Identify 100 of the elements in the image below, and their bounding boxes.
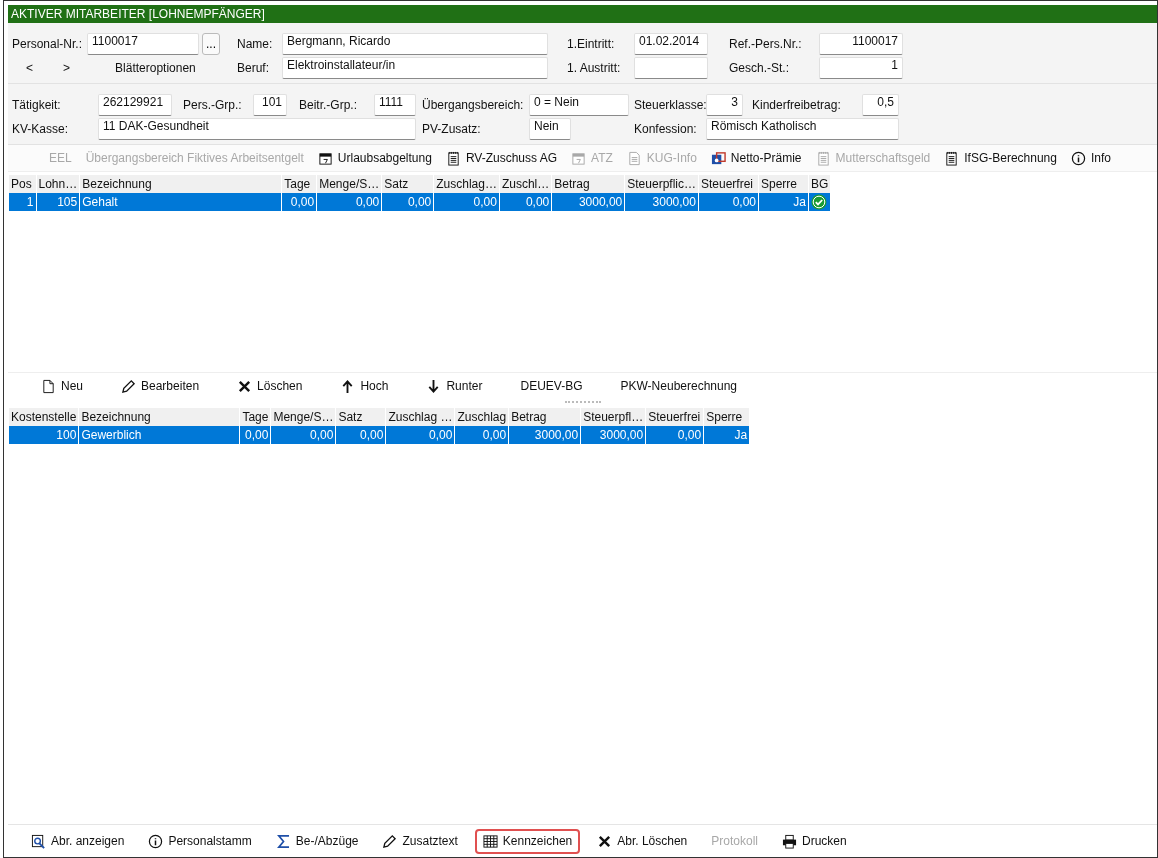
field-label: KV-Kasse: bbox=[12, 122, 70, 136]
column-header[interactable]: Satz bbox=[381, 175, 434, 193]
column-header[interactable]: Sperre bbox=[703, 408, 750, 426]
column-header[interactable]: Bezeichnung bbox=[79, 175, 282, 193]
column-header[interactable]: Bezeichnung bbox=[78, 408, 240, 426]
table-cell: 3000,00 bbox=[508, 426, 581, 444]
info-icon bbox=[1070, 150, 1086, 166]
field-label: Tätigkeit: bbox=[12, 98, 62, 112]
toolbar-button[interactable]: Urlaubsabgeltung bbox=[312, 147, 437, 169]
table-cell: 3000,00 bbox=[624, 193, 699, 211]
field-label: Name: bbox=[237, 37, 274, 51]
table-cell: Gewerblich bbox=[78, 426, 240, 444]
browse-options-button[interactable]: Blätteroptionen bbox=[111, 61, 200, 75]
sigma-icon bbox=[275, 833, 291, 849]
input-field[interactable] bbox=[634, 57, 708, 79]
column-header[interactable]: Tage bbox=[239, 408, 271, 426]
printer-icon bbox=[782, 833, 797, 849]
toolbar-button[interactable]: RV-Zuschuss AG bbox=[440, 147, 563, 169]
toolbar-button[interactable]: Abr. Löschen bbox=[590, 830, 695, 852]
toolbar-button[interactable]: Hoch bbox=[333, 375, 396, 397]
column-header[interactable]: Steuerfrei bbox=[698, 175, 759, 193]
table-cell: 0,00 bbox=[381, 193, 434, 211]
document-icon bbox=[626, 150, 642, 166]
table-row[interactable]: 1 105 Gehalt 0,00 0,00 0,00 0,00 0,00 3000,00 3000,00 0,00 Ja bbox=[9, 193, 831, 211]
toolbar-button[interactable]: Netto-Prämie bbox=[705, 147, 807, 169]
column-header[interactable]: Betrag bbox=[508, 408, 581, 426]
table-cell: 0,00 bbox=[335, 426, 386, 444]
table-cell: 0,00 bbox=[454, 426, 509, 444]
toolbar-button[interactable]: Be-/Abzüge bbox=[268, 830, 366, 852]
column-header[interactable]: Zuschl… bbox=[499, 175, 552, 193]
input-field[interactable]: Nein bbox=[529, 118, 571, 140]
column-header[interactable]: Satz bbox=[335, 408, 386, 426]
notepad-icon bbox=[815, 150, 831, 166]
column-header[interactable]: Steuerfrei bbox=[645, 408, 704, 426]
column-header[interactable]: Zuschlag bbox=[454, 408, 509, 426]
toolbar-button[interactable]: Neu bbox=[34, 375, 90, 397]
input-field[interactable]: 1 bbox=[819, 57, 903, 79]
table-cell: 0,00 bbox=[645, 426, 704, 444]
input-field[interactable]: 0 = Nein bbox=[529, 94, 629, 116]
table-cell: 0,00 bbox=[499, 193, 552, 211]
table-cell: 3000,00 bbox=[551, 193, 625, 211]
input-field[interactable]: 101 bbox=[253, 94, 287, 116]
column-header[interactable]: Betrag bbox=[551, 175, 625, 193]
input-field[interactable]: Bergmann, Ricardo bbox=[282, 33, 548, 55]
notepad-icon bbox=[944, 150, 960, 166]
input-field[interactable]: 0,5 bbox=[862, 94, 899, 116]
toolbar-button[interactable]: Info bbox=[1065, 147, 1116, 169]
toolbar-button[interactable]: Abr. anzeigen bbox=[24, 830, 132, 852]
column-header[interactable]: Steuerpfl… bbox=[580, 408, 646, 426]
new-document-icon bbox=[41, 378, 56, 394]
column-header[interactable]: BG bbox=[808, 175, 831, 193]
input-field[interactable]: 11 DAK-Gesundheit bbox=[98, 118, 416, 140]
calendar-icon bbox=[317, 150, 333, 166]
column-header[interactable]: Sperre bbox=[758, 175, 809, 193]
table-row[interactable]: 100 Gewerblich 0,00 0,00 0,00 0,00 0,00 3000,00 3000,00 0,00 Ja bbox=[9, 426, 750, 444]
toolbar-button[interactable]: Löschen bbox=[230, 375, 310, 397]
input-field[interactable]: 1111 bbox=[374, 94, 416, 116]
column-header[interactable]: Kostenstelle bbox=[9, 408, 79, 426]
toolbar-button[interactable]: PKW-Neuberechnung bbox=[613, 376, 744, 396]
input-field[interactable]: 3 bbox=[706, 94, 743, 116]
input-field[interactable]: 1100017 bbox=[87, 33, 199, 55]
field-label: Konfession: bbox=[634, 122, 698, 136]
column-header[interactable]: Steuerpflic… bbox=[624, 175, 699, 193]
toolbar-button[interactable]: Bearbeiten bbox=[114, 375, 207, 397]
input-field[interactable]: 01.02.2014 bbox=[634, 33, 708, 55]
column-header[interactable]: Lohn… bbox=[36, 175, 80, 193]
field-label: 1.Eintritt: bbox=[567, 37, 616, 51]
input-field[interactable]: 1100017 bbox=[819, 33, 903, 55]
toolbar-button[interactable]: DEUEV-BG bbox=[513, 376, 590, 396]
notepad-icon bbox=[445, 150, 461, 166]
toolbar-button[interactable]: Personalstamm bbox=[141, 830, 259, 852]
toolbar-button[interactable]: IfSG-Berechnung bbox=[939, 147, 1062, 169]
previous-button[interactable]: < bbox=[22, 61, 37, 75]
column-header[interactable]: Tage bbox=[281, 175, 317, 193]
column-header[interactable]: Menge/S… bbox=[270, 408, 336, 426]
input-field[interactable]: Elektroinstallateur/in bbox=[282, 57, 548, 79]
input-field[interactable]: 262129921 bbox=[98, 94, 172, 116]
field-label: Übergangsbereich: bbox=[422, 98, 525, 112]
column-header[interactable]: Menge/S… bbox=[316, 175, 382, 193]
column-header[interactable]: Zuschlag … bbox=[385, 408, 455, 426]
table-cell: 0,00 bbox=[433, 193, 500, 211]
cross-icon bbox=[597, 833, 613, 849]
table-cell: 0,00 bbox=[270, 426, 336, 444]
toolbar-button[interactable]: Runter bbox=[419, 375, 490, 397]
toolbar-button[interactable]: Drucken bbox=[775, 830, 854, 852]
field-label: Personal-Nr.: bbox=[12, 37, 84, 51]
toolbar-button[interactable]: Kennzeichen bbox=[474, 828, 581, 854]
table-cell: 0,00 bbox=[281, 193, 317, 211]
next-button[interactable]: > bbox=[59, 61, 75, 75]
info-icon bbox=[148, 833, 164, 849]
field-label: 1. Austritt: bbox=[567, 61, 622, 75]
lookup-button[interactable]: ... bbox=[202, 33, 220, 55]
table-cell: 3000,00 bbox=[580, 426, 646, 444]
field-label: Ref.-Pers.Nr.: bbox=[729, 37, 803, 51]
table-cell: 100 bbox=[9, 426, 79, 444]
column-header[interactable]: Zuschlag… bbox=[433, 175, 500, 193]
field-label: Kinderfreibetrag: bbox=[752, 98, 842, 112]
toolbar-button[interactable]: Zusatztext bbox=[375, 830, 465, 852]
input-field[interactable]: Römisch Katholisch bbox=[706, 118, 899, 140]
column-header[interactable]: Pos bbox=[9, 175, 36, 193]
